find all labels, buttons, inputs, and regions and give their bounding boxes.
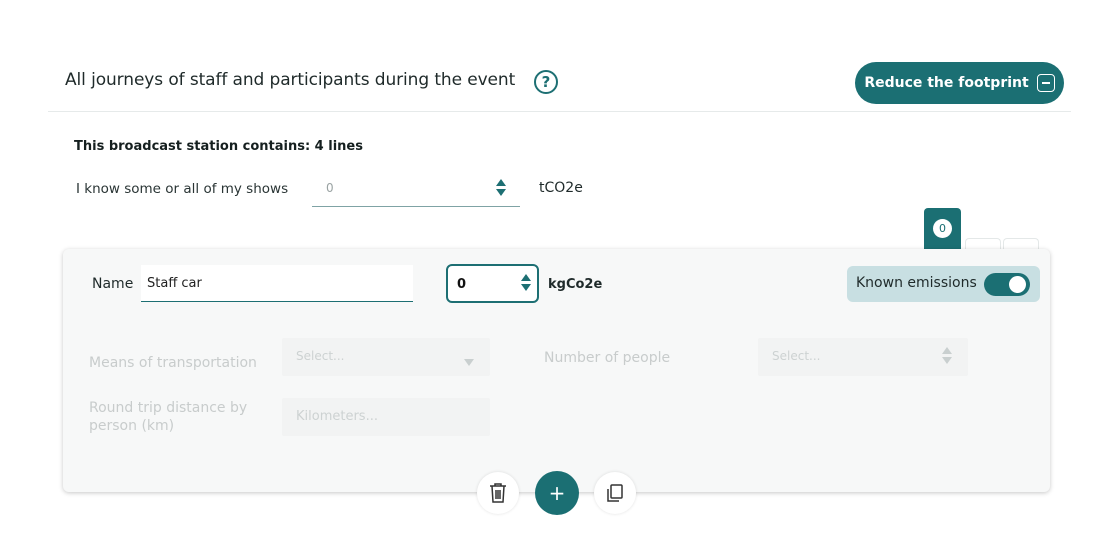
shows-value: 0: [326, 181, 334, 195]
collapse-icon: [1036, 74, 1055, 92]
transport-label: Means of transportation: [89, 355, 257, 371]
decrement-icon[interactable]: [496, 189, 506, 196]
page-title: All journeys of staff and participants d…: [65, 70, 516, 90]
station-line-count: This broadcast station contains: 4 lines: [74, 139, 363, 154]
people-select[interactable]: Select...: [758, 338, 968, 376]
toggle-knob: [1009, 276, 1026, 293]
distance-label-line1: Round trip distance by: [89, 400, 248, 416]
increment-icon[interactable]: [521, 274, 531, 281]
increment-icon[interactable]: [942, 347, 952, 354]
decrement-icon[interactable]: [521, 284, 531, 291]
header-divider: [48, 111, 1071, 112]
chevron-down-icon: [464, 359, 474, 366]
emissions-value: 0: [457, 277, 467, 292]
help-icon[interactable]: ?: [534, 70, 558, 94]
increment-icon[interactable]: [496, 179, 506, 186]
distance-input[interactable]: Kilometers...: [282, 398, 490, 436]
name-input[interactable]: Staff car: [141, 265, 413, 302]
line-tab-active[interactable]: 0: [924, 208, 961, 252]
shows-unit: tCO2e: [539, 180, 583, 196]
people-placeholder: Select...: [772, 349, 821, 363]
known-emissions-toggle[interactable]: [984, 273, 1030, 296]
trash-icon: [490, 483, 506, 503]
name-value: Staff car: [147, 276, 202, 291]
reduce-footprint-label: Reduce the footprint: [864, 75, 1029, 91]
shows-stepper[interactable]: [496, 179, 506, 196]
shows-label: I know some or all of my shows: [76, 181, 289, 197]
known-emissions-toggle-row[interactable]: Known emissions: [847, 266, 1040, 302]
duplicate-line-button[interactable]: [594, 472, 636, 514]
reduce-footprint-button[interactable]: Reduce the footprint: [855, 62, 1064, 104]
line-tab-number: 0: [933, 219, 952, 238]
distance-placeholder: Kilometers...: [296, 409, 378, 424]
known-emissions-label: Known emissions: [856, 275, 977, 291]
delete-line-button[interactable]: [477, 472, 519, 514]
emissions-unit: kgCo2e: [548, 277, 603, 292]
transport-select[interactable]: Select...: [282, 338, 490, 376]
add-line-button[interactable]: +: [535, 471, 579, 515]
transport-placeholder: Select...: [296, 349, 345, 363]
people-label: Number of people: [544, 350, 671, 366]
distance-label: Round trip distance by person (km): [89, 399, 247, 435]
emissions-stepper[interactable]: [521, 274, 531, 291]
copy-icon: [607, 484, 623, 502]
name-label: Name: [92, 276, 134, 292]
distance-label-line2: person (km): [89, 418, 175, 434]
people-stepper[interactable]: [942, 347, 952, 364]
shows-number-input[interactable]: 0: [312, 173, 520, 207]
decrement-icon[interactable]: [942, 357, 952, 364]
emissions-input[interactable]: 0: [446, 264, 539, 303]
